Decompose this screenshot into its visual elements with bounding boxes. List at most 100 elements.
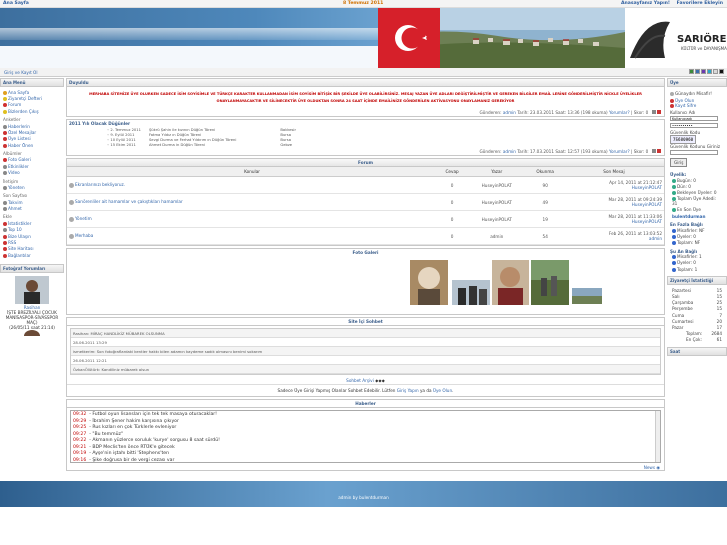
svg-text:KÜLTÜR ve DAYANIŞMA DERNEĞİ: KÜLTÜR ve DAYANIŞMA DERNEĞİ <box>681 46 727 51</box>
stat-row: Toplam Üye Adedi: 31 <box>672 196 716 207</box>
shoutbox-archive: Sohbet Arşivi ◆◆◆ <box>67 377 664 384</box>
news-panel: Haberler 09:32- Futbol oyun lisansları i… <box>66 399 665 472</box>
bullet-icon <box>3 247 7 252</box>
pdf-icon[interactable] <box>657 149 661 154</box>
bullet-icon <box>3 234 7 239</box>
news-item[interactable]: 09:32- Futbol oyun lisansları için tek t… <box>71 411 660 418</box>
shout-message: ÖzkanÖlütürk: Kandiliniz mübarek olsun <box>71 365 660 375</box>
stat-row: Toplam: NF <box>670 240 724 246</box>
news-item[interactable]: 09:25- Rus kızları en çok Türklerle evle… <box>71 424 660 431</box>
stat-row: En Çok: 61 <box>686 337 722 343</box>
shoutbox-panel: Site İçi Sohbet Rasihan: MİRAÇ HANDLİKİZ… <box>66 317 665 398</box>
topic-link[interactable]: Ekranlarınızı bekliyoruz. <box>75 182 125 187</box>
section-item[interactable]: Ahmet <box>3 205 61 212</box>
gallery-photo[interactable] <box>410 260 448 306</box>
main-menu-title: Ana Menü <box>0 78 64 87</box>
header-photo <box>378 8 625 68</box>
section-item[interactable]: Bağlantılar <box>3 252 61 258</box>
gallery-photo[interactable] <box>572 288 602 305</box>
news-scrollbar[interactable] <box>655 411 660 463</box>
forum-panel: Forum Konular Cevap Yazar Okunma Son Mes… <box>66 158 665 247</box>
comments-link[interactable]: Yorumlar? <box>609 110 630 115</box>
section-item[interactable]: Video <box>3 170 61 176</box>
newest-member-link[interactable]: bulentdurman <box>670 213 724 219</box>
gallery-photo[interactable] <box>531 260 569 306</box>
section-item[interactable]: Yöneten <box>3 184 61 190</box>
bullet-icon <box>3 200 7 205</box>
news-item[interactable]: 09:22- Akmanın yüzlerce soruluk 'kurye' … <box>71 438 660 445</box>
svg-text:SARIÖREN: SARIÖREN <box>677 31 727 45</box>
right-sidebar: Üye Günaydın Misafir! Üye Olun Kayıt Sif… <box>667 78 727 481</box>
last-user-link[interactable]: HuseyinPOLAT <box>632 202 662 207</box>
topic-icon <box>69 199 74 205</box>
last-user-link[interactable]: HuseyinPOLAT <box>632 185 662 190</box>
author-link[interactable]: admin <box>503 149 516 154</box>
forum-icon <box>3 103 7 108</box>
section-item[interactable]: Haber Önen <box>3 142 61 148</box>
top-links: Anasayfanız Yapın! Favorilere Ekleyin <box>616 1 723 6</box>
username-input[interactable] <box>670 116 718 121</box>
menu-item-logout[interactable]: Bizlerden Çıkış <box>3 108 61 114</box>
news-item[interactable]: 09:16- Şike doğrusa bir de vergi cezası … <box>71 457 660 462</box>
add-favorites-link[interactable]: Favorilere Ekleyin <box>677 1 723 6</box>
topic-icon <box>69 216 74 222</box>
comment-photo[interactable] <box>15 276 49 305</box>
register-link[interactable]: Üye Olun <box>433 388 452 393</box>
theme-swatch-green[interactable] <box>689 69 694 74</box>
topic-link[interactable]: Yönetim <box>75 216 92 221</box>
user-icon <box>670 92 674 96</box>
bullet-icon <box>3 124 7 129</box>
news-ticker: 09:32- Futbol oyun lisansları için tek t… <box>70 410 661 464</box>
lost-password-link[interactable]: Kayıt Sifre <box>670 103 724 108</box>
theme-swatch-cyan[interactable] <box>707 69 712 74</box>
shoutbox-messages: Rasihan: MİRAÇ HANDLİKİZ MÜBAREK OLSUNMA… <box>70 328 661 376</box>
weddings-list: ◦ 2. Temmuz 2011 Şükrü Şahin ile kızının … <box>67 128 664 147</box>
weddings-title: 2011 Yılı Olacak Düğünler <box>67 120 664 127</box>
login-link[interactable]: Giriş Yapın <box>397 388 419 393</box>
shoutbox-archive-link[interactable]: Sohbet Arşivi <box>346 378 374 383</box>
bullet-icon <box>3 164 7 169</box>
print-icon[interactable] <box>651 149 656 154</box>
footer: admin by bulentdurman <box>0 481 727 545</box>
shout-message: ismetkerim: Son fotoğraflardaki kentler … <box>71 347 660 357</box>
pdf-icon[interactable] <box>657 110 661 114</box>
forum-table: Konular Cevap Yazar Okunma Son Mesaj Ekr… <box>67 167 664 246</box>
news-item[interactable]: 09:19- Ayşe'nin iştahı bitti 'Stephens't… <box>71 451 660 458</box>
set-homepage-link[interactable]: Anasayfanız Yapın! <box>621 1 670 6</box>
bullet-icon <box>3 253 7 258</box>
login-box: Günaydın Misafir! Üye Olun Kayıt Sifre K… <box>667 87 727 170</box>
print-icon[interactable] <box>651 110 656 114</box>
comment-photo-next[interactable] <box>22 330 42 343</box>
last-user-link[interactable]: admin <box>649 236 662 241</box>
forum-header-row: Konular Cevap Yazar Okunma Son Mesaj <box>67 167 664 178</box>
login-button[interactable]: Giriş <box>670 158 688 167</box>
topic-link[interactable]: Merhaba <box>75 233 93 238</box>
theme-swatch-purple[interactable] <box>701 69 706 74</box>
news-item[interactable]: 09:29- İbrahim Şener hakim karşısına çık… <box>71 418 660 425</box>
table-row: ◦ 15 Ekim 2011 Ahmet Durma in Düğün Tören… <box>107 142 293 147</box>
announcement-text: MERHABA SİTEMİZE ÜYE OLURKEN SADECE İSİM… <box>89 92 642 103</box>
theme-swatch-black[interactable] <box>719 69 724 74</box>
top-bar: Ana Sayfa 8 Temmuz 2011 Anasayfanız Yapı… <box>0 0 727 8</box>
author-link[interactable]: admin <box>503 110 516 115</box>
gallery-photo[interactable] <box>452 280 490 306</box>
login-register-link[interactable]: Giriş ve Kayıt Ol <box>4 70 38 75</box>
gallery-title: Foto Galeri <box>67 249 664 257</box>
bullet-icon <box>3 130 7 135</box>
news-item[interactable]: 09:27- "Bu temmüz" <box>71 431 660 438</box>
shoutbox-title: Site İçi Sohbet <box>67 318 664 327</box>
home-link[interactable]: Ana Sayfa <box>3 1 29 6</box>
news-item[interactable]: 09:21- BDP Meclis'ten önce RTÜK'e gitece… <box>71 444 660 451</box>
announcement-meta: Gönderen: admin Tarih: 23.03.2011 Saat: … <box>67 109 664 116</box>
last-user-link[interactable]: HuseyinPOLAT <box>632 219 662 224</box>
member-box-title: Üye <box>667 78 727 87</box>
gallery-panel: Foto Galeri <box>66 248 665 316</box>
gallery-photo[interactable] <box>492 260 529 306</box>
news-more-link[interactable]: News ◉ <box>644 465 660 470</box>
theme-swatch-blue[interactable] <box>695 69 700 74</box>
captcha-input[interactable] <box>670 150 718 155</box>
topic-link[interactable]: Sarıörenliler ait hamamlar ve çakıştıkla… <box>75 199 183 204</box>
password-input[interactable] <box>670 123 718 128</box>
comments-link[interactable]: Yorumlar? <box>609 149 630 154</box>
theme-swatch-gray[interactable] <box>713 69 718 74</box>
